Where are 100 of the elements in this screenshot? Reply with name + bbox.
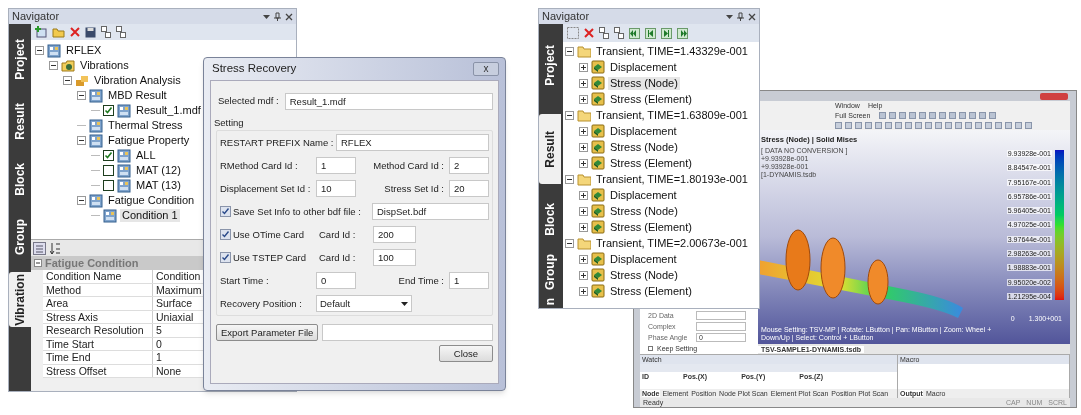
tree-item[interactable]: Stress (Element): [608, 156, 694, 170]
tree-item[interactable]: Transient, TIME=1.63809e-001: [594, 108, 750, 122]
input-field[interactable]: 100: [373, 249, 416, 267]
close-icon[interactable]: [748, 12, 756, 21]
tree-item[interactable]: Condition 1: [120, 209, 180, 222]
collapse-icon[interactable]: [77, 91, 86, 100]
next-icon[interactable]: [661, 27, 672, 39]
collapse-all-icon[interactable]: [614, 27, 624, 39]
side-tab[interactable]: Result: [11, 102, 29, 140]
collapse-icon[interactable]: [565, 110, 574, 120]
collapse-icon[interactable]: [49, 61, 58, 70]
rename-icon[interactable]: [567, 27, 579, 39]
collapse-icon[interactable]: [565, 46, 574, 56]
side-tab[interactable]: Vibration: [11, 273, 29, 326]
property-value[interactable]: Condition: [153, 270, 201, 283]
categorized-icon[interactable]: [33, 241, 46, 255]
collapse-icon[interactable]: [565, 174, 574, 184]
tree-item[interactable]: ALL: [134, 149, 158, 162]
tree-item[interactable]: Displacement: [608, 252, 679, 266]
pin-icon[interactable]: [737, 12, 744, 21]
side-tab[interactable]: Block: [541, 202, 559, 236]
tree-item[interactable]: Stress (Node): [608, 140, 680, 154]
close-button[interactable]: Close: [439, 345, 493, 363]
add-icon[interactable]: [35, 26, 47, 38]
input-field[interactable]: RFLEX: [336, 134, 489, 152]
property-value[interactable]: None: [153, 364, 182, 377]
tree-item[interactable]: Transient, TIME=2.00673e-001: [594, 236, 750, 250]
dropdown-icon[interactable]: [726, 13, 733, 20]
expand-icon[interactable]: [579, 62, 588, 72]
tree-item[interactable]: Vibration Analysis: [92, 74, 183, 87]
tree-item[interactable]: Stress (Node): [608, 76, 680, 90]
expand-icon[interactable]: [579, 142, 588, 152]
dropdown-icon[interactable]: [263, 13, 270, 20]
input-field[interactable]: 200: [373, 226, 416, 244]
expand-icon[interactable]: [579, 222, 588, 232]
property-value[interactable]: Surface: [153, 297, 193, 310]
expand-all-icon[interactable]: [101, 26, 111, 38]
collapse-icon[interactable]: [63, 76, 72, 85]
expand-icon[interactable]: [579, 286, 588, 296]
export-button[interactable]: Export Parameter File: [216, 324, 319, 342]
expand-icon[interactable]: [579, 94, 588, 104]
input-field[interactable]: 1: [316, 157, 356, 175]
expand-icon[interactable]: [579, 126, 588, 136]
tree-item[interactable]: MBD Result: [106, 89, 169, 102]
expand-icon[interactable]: [579, 158, 588, 168]
tree-item[interactable]: MAT (13): [134, 179, 183, 192]
checkbox[interactable]: [220, 229, 231, 241]
checkbox[interactable]: [220, 206, 231, 218]
last-icon[interactable]: [677, 27, 688, 39]
collapse-icon[interactable]: [77, 136, 86, 145]
tree-item[interactable]: RFLEX: [64, 44, 104, 57]
read-only-field[interactable]: Result_1.mdf: [284, 93, 493, 110]
tree-item[interactable]: Vibrations: [78, 59, 131, 72]
tree-item[interactable]: Result_1.mdf: [134, 104, 203, 117]
property-value[interactable]: Maximum: [153, 283, 202, 296]
expand-all-icon[interactable]: [599, 27, 609, 39]
tree-item[interactable]: Stress (Element): [608, 284, 694, 298]
close-icon[interactable]: [285, 12, 293, 21]
side-tab[interactable]: n: [541, 298, 559, 306]
tree-item[interactable]: MAT (12): [134, 164, 183, 177]
input-field[interactable]: 0: [316, 272, 356, 290]
tree-item[interactable]: Stress (Node): [608, 268, 680, 282]
save-icon[interactable]: [85, 26, 96, 38]
window-controls[interactable]: [1040, 92, 1068, 100]
collapse-icon[interactable]: [77, 196, 86, 205]
input-field[interactable]: [322, 324, 493, 342]
tree-item[interactable]: Transient, TIME=1.43329e-001: [594, 44, 750, 58]
input-field[interactable]: 10: [316, 180, 356, 198]
side-tab[interactable]: Block: [11, 162, 29, 196]
collapse-icon[interactable]: [565, 238, 574, 248]
close-button[interactable]: x: [473, 62, 499, 76]
tree-item[interactable]: Displacement: [608, 124, 679, 138]
side-tab[interactable]: Group: [541, 253, 559, 290]
expand-icon[interactable]: [579, 254, 588, 264]
pin-icon[interactable]: [274, 12, 281, 21]
sort-icon[interactable]: [50, 241, 61, 255]
expand-icon[interactable]: [579, 270, 588, 280]
checkbox[interactable]: [103, 165, 114, 176]
checkbox[interactable]: [103, 150, 114, 161]
tree-item[interactable]: Fatigue Property: [106, 134, 192, 147]
input-field[interactable]: 1: [449, 272, 489, 290]
tree-item[interactable]: Thermal Stress: [106, 119, 185, 132]
checkbox[interactable]: [648, 345, 653, 351]
input-field[interactable]: DispSet.bdf: [372, 203, 489, 221]
expand-icon[interactable]: [579, 190, 588, 200]
tree-item[interactable]: Stress (Node): [608, 204, 680, 218]
property-value[interactable]: 5: [153, 324, 162, 337]
delete-icon[interactable]: [70, 27, 80, 37]
previous-icon[interactable]: [645, 27, 656, 39]
tree-item[interactable]: Stress (Element): [608, 220, 694, 234]
side-tab[interactable]: Group: [11, 218, 29, 255]
side-tab[interactable]: Project: [11, 38, 29, 80]
first-icon[interactable]: [629, 27, 640, 39]
collapse-all-icon[interactable]: [116, 26, 126, 38]
tree-item[interactable]: Transient, TIME=1.80193e-001: [594, 172, 750, 186]
dropdown[interactable]: Default: [316, 295, 412, 313]
expand-icon[interactable]: [579, 78, 588, 88]
property-value[interactable]: 0: [153, 337, 162, 350]
side-tab[interactable]: Project: [541, 44, 559, 86]
expand-icon[interactable]: [579, 206, 588, 216]
